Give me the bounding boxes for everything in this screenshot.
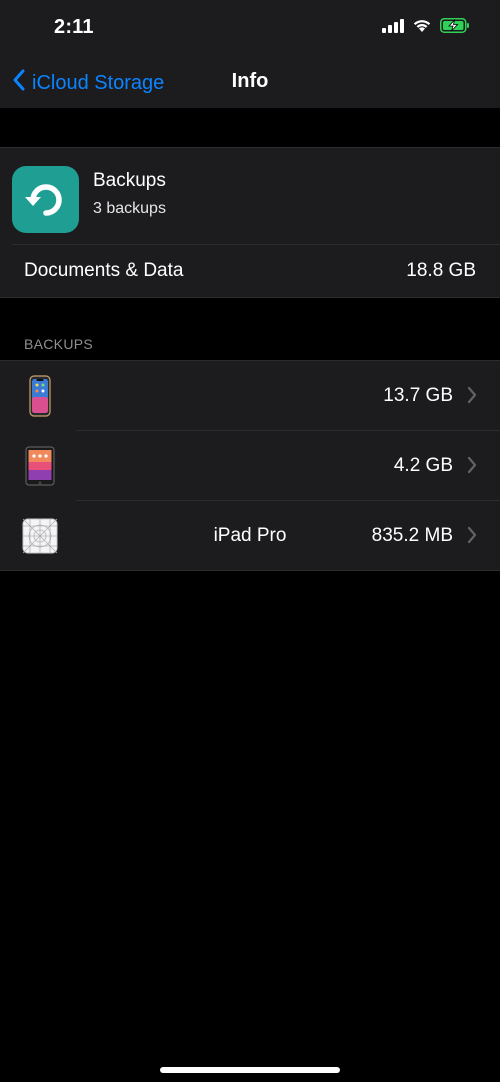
app-summary-group: Backups 3 backups Documents & Data 18.8 … (0, 147, 500, 298)
home-indicator[interactable] (160, 1067, 340, 1073)
backup-row-ipad[interactable]: 4.2 GB (0, 431, 500, 500)
ipad-icon (22, 445, 58, 487)
page-title: Info (231, 70, 269, 92)
chevron-right-icon (467, 455, 477, 475)
documents-value: 18.8 GB (406, 260, 476, 281)
chevron-right-icon (467, 525, 477, 545)
chevron-right-icon (467, 385, 477, 405)
backups-section-header: BACKUPS (24, 336, 94, 352)
status-time: 2:11 (54, 16, 94, 38)
documents-data-row: Documents & Data 18.8 GB (0, 245, 500, 297)
wifi-icon (412, 18, 432, 38)
backup-row-iphone[interactable]: 13.7 GB (0, 361, 500, 430)
backup-size: 4.2 GB (393, 455, 453, 476)
backup-size: 13.7 GB (383, 385, 453, 406)
documents-label: Documents & Data (24, 260, 184, 281)
backup-size: 835.2 MB (371, 525, 453, 546)
battery-charging-icon (440, 18, 470, 38)
app-subtitle: 3 backups (93, 200, 166, 217)
app-header-row: Backups 3 backups (0, 148, 500, 244)
iphone-icon (22, 375, 58, 417)
navigation-bar: iCloud Storage Info (0, 56, 500, 108)
backups-list: 13.7 GB 4.2 GB iPad Pro 835.2 MB (0, 360, 500, 571)
status-icons (382, 18, 470, 38)
app-name: Backups (93, 170, 166, 191)
backup-restore-icon (12, 166, 79, 233)
status-bar: 2:11 (0, 0, 500, 56)
backup-row-ipad-pro[interactable]: iPad Pro 835.2 MB (0, 501, 500, 570)
cellular-signal-icon (382, 18, 404, 38)
